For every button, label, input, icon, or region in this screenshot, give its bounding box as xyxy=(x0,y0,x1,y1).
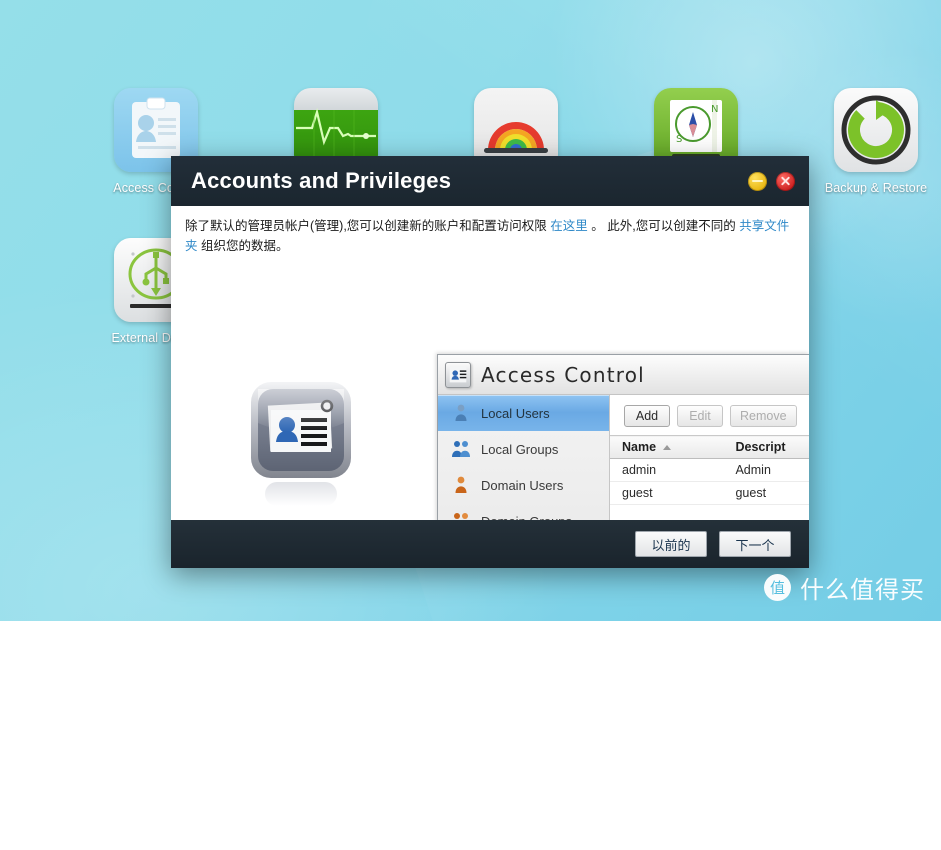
access-control-toolbar: Add Edit Remove xyxy=(610,395,809,435)
sidebar-item-local-users[interactable]: Local Users xyxy=(438,395,609,431)
access-control-window: Access Control Local Users Local Groups … xyxy=(437,354,809,520)
circular-restore-arrow-icon xyxy=(834,88,918,172)
description-part-3: 组织您的数据。 xyxy=(197,239,289,253)
watermark: 值 什么值得买 xyxy=(764,570,925,605)
column-header-name-label: Name xyxy=(622,440,657,454)
desktop-icon-backup-restore[interactable]: Backup & Restore xyxy=(786,88,941,238)
desktop-icon-label: Backup & Restore xyxy=(824,181,928,195)
dialog-footer: 以前的 下一个 xyxy=(171,520,809,568)
cell-name: guest xyxy=(610,481,714,505)
dialog-description: 除了默认的管理员帐户(管理),您可以创建新的账户和配置访问权限 在这里 。 此外… xyxy=(185,216,797,256)
table-header-row: Name Descript xyxy=(610,435,809,459)
svg-text:S: S xyxy=(676,134,682,145)
sort-ascending-icon xyxy=(663,445,672,451)
add-button[interactable]: Add xyxy=(624,405,670,427)
users-table: Name Descript admin Admin guest guest xyxy=(610,435,809,505)
sidebar-item-local-groups[interactable]: Local Groups xyxy=(438,431,609,467)
single-user-orange-icon xyxy=(450,474,472,496)
page-title: Accounts and Privileges xyxy=(191,168,452,193)
access-control-content: Add Edit Remove Name Descript admin Admi… xyxy=(610,395,809,520)
column-header-description-label: Descript xyxy=(735,440,786,454)
sidebar-item-label: Local Users xyxy=(481,405,550,421)
access-control-title: Access Control xyxy=(481,362,645,387)
access-control-title-bar: Access Control xyxy=(438,355,809,395)
minimize-button[interactable] xyxy=(748,171,767,191)
table-row[interactable]: admin Admin xyxy=(610,458,809,482)
cell-description: Admin xyxy=(713,458,809,482)
column-header-name[interactable]: Name xyxy=(610,435,714,459)
table-row[interactable]: guest guest xyxy=(610,481,809,505)
sidebar-item-label: Domain Groups xyxy=(481,514,572,521)
previous-button[interactable]: 以前的 xyxy=(635,531,707,557)
here-link[interactable]: 在这里 xyxy=(550,219,588,233)
column-header-description[interactable]: Descript xyxy=(713,435,809,459)
sidebar-item-label: Domain Users xyxy=(481,477,564,493)
edit-button[interactable]: Edit xyxy=(677,405,723,427)
svg-text:N: N xyxy=(711,104,718,115)
close-icon[interactable] xyxy=(776,171,795,191)
next-button[interactable]: 下一个 xyxy=(719,531,791,557)
description-part-2: 。 此外,您可以创建不同的 xyxy=(587,219,740,233)
id-badge-illustration xyxy=(249,380,353,512)
cell-name: admin xyxy=(610,458,714,482)
description-part-1: 除了默认的管理员帐户(管理),您可以创建新的账户和配置访问权限 xyxy=(185,219,551,233)
access-control-main: Local Users Local Groups Domain Users Ad… xyxy=(438,395,809,520)
remove-button[interactable]: Remove xyxy=(730,405,797,427)
sidebar-item-domain-users[interactable]: Domain Users xyxy=(438,467,609,503)
id-badge-icon xyxy=(445,361,471,388)
group-users-orange-icon xyxy=(450,510,472,520)
group-users-blue-icon xyxy=(450,438,472,460)
single-user-blue-icon xyxy=(450,402,472,424)
access-control-sidebar: Local Users Local Groups Domain Users xyxy=(438,395,610,520)
watermark-logo-icon: 值 xyxy=(764,574,791,601)
sidebar-item-label: Local Groups xyxy=(481,441,559,457)
dialog-title-bar[interactable]: Accounts and Privileges xyxy=(171,156,809,206)
accounts-and-privileges-dialog: Accounts and Privileges 除了默认的管理员帐户(管理),您… xyxy=(171,156,809,568)
dialog-body: 除了默认的管理员帐户(管理),您可以创建新的账户和配置访问权限 在这里 。 此外… xyxy=(171,206,809,520)
watermark-text: 什么值得买 xyxy=(800,576,925,604)
sidebar-item-domain-groups[interactable]: Domain Groups xyxy=(438,503,609,520)
cell-description: guest xyxy=(713,481,809,505)
